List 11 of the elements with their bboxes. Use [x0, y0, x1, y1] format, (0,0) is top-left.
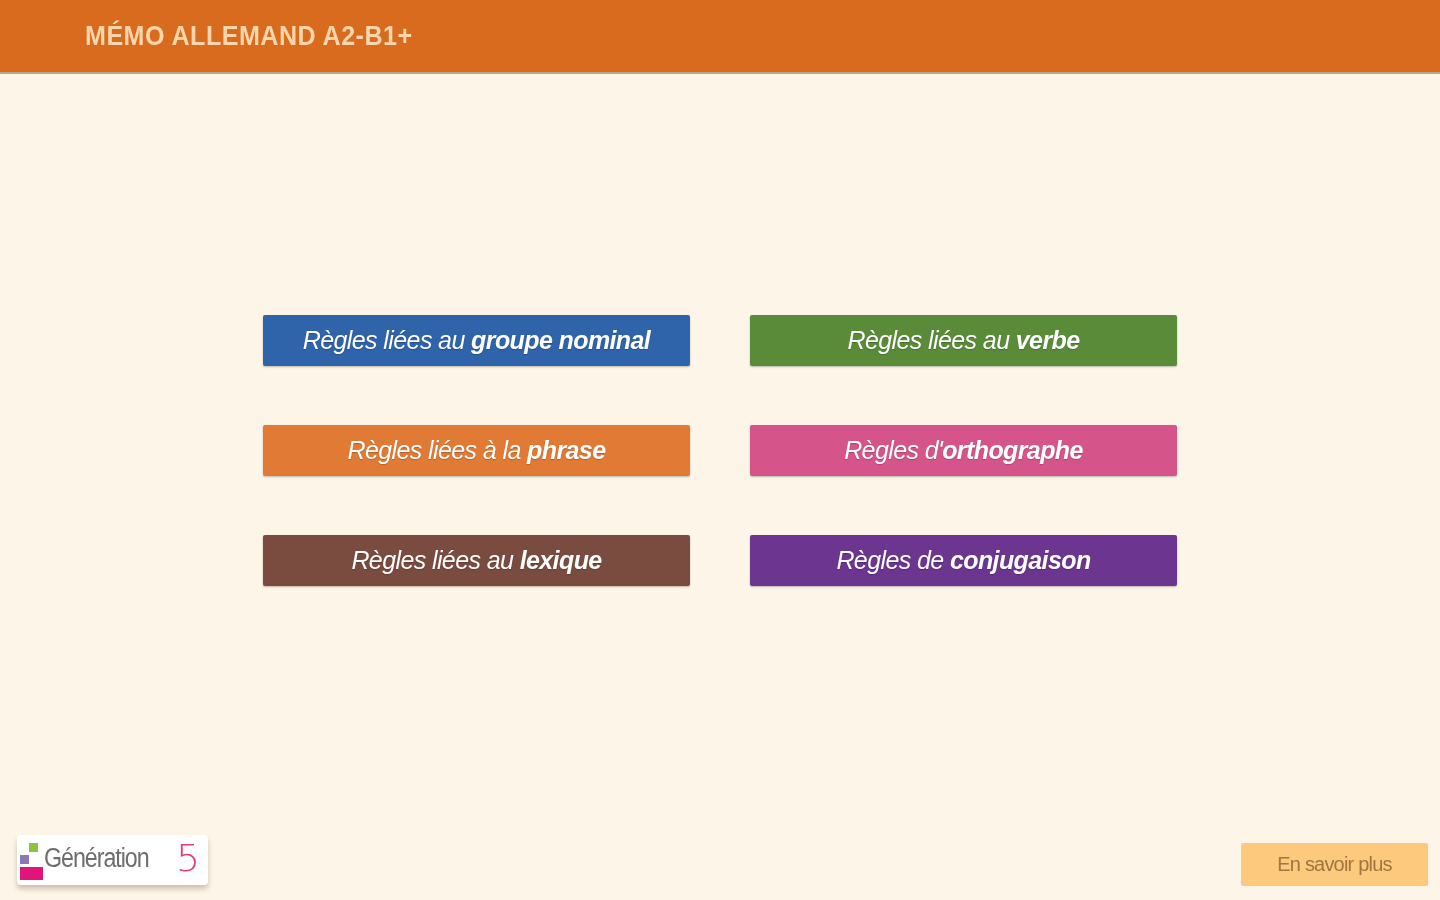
squares-icon — [20, 842, 43, 880]
learn-more-button[interactable]: En savoir plus — [1241, 843, 1428, 886]
topic-button[interactable]: Règles de conjugaison — [750, 535, 1177, 586]
topic-button[interactable]: Règles liées au groupe nominal — [263, 315, 690, 366]
topic-button[interactable]: Règles liées au lexique — [263, 535, 690, 586]
app-title: MÉMO ALLEMAND A2-B1+ — [85, 20, 413, 52]
logo-number: 5 — [176, 836, 201, 880]
topic-button[interactable]: Règles d'orthographe — [750, 425, 1177, 476]
topic-button[interactable]: Règles liées au verbe — [750, 315, 1177, 366]
logo-text: Génération — [44, 842, 150, 874]
topic-button[interactable]: Règles liées à la phrase — [263, 425, 690, 476]
